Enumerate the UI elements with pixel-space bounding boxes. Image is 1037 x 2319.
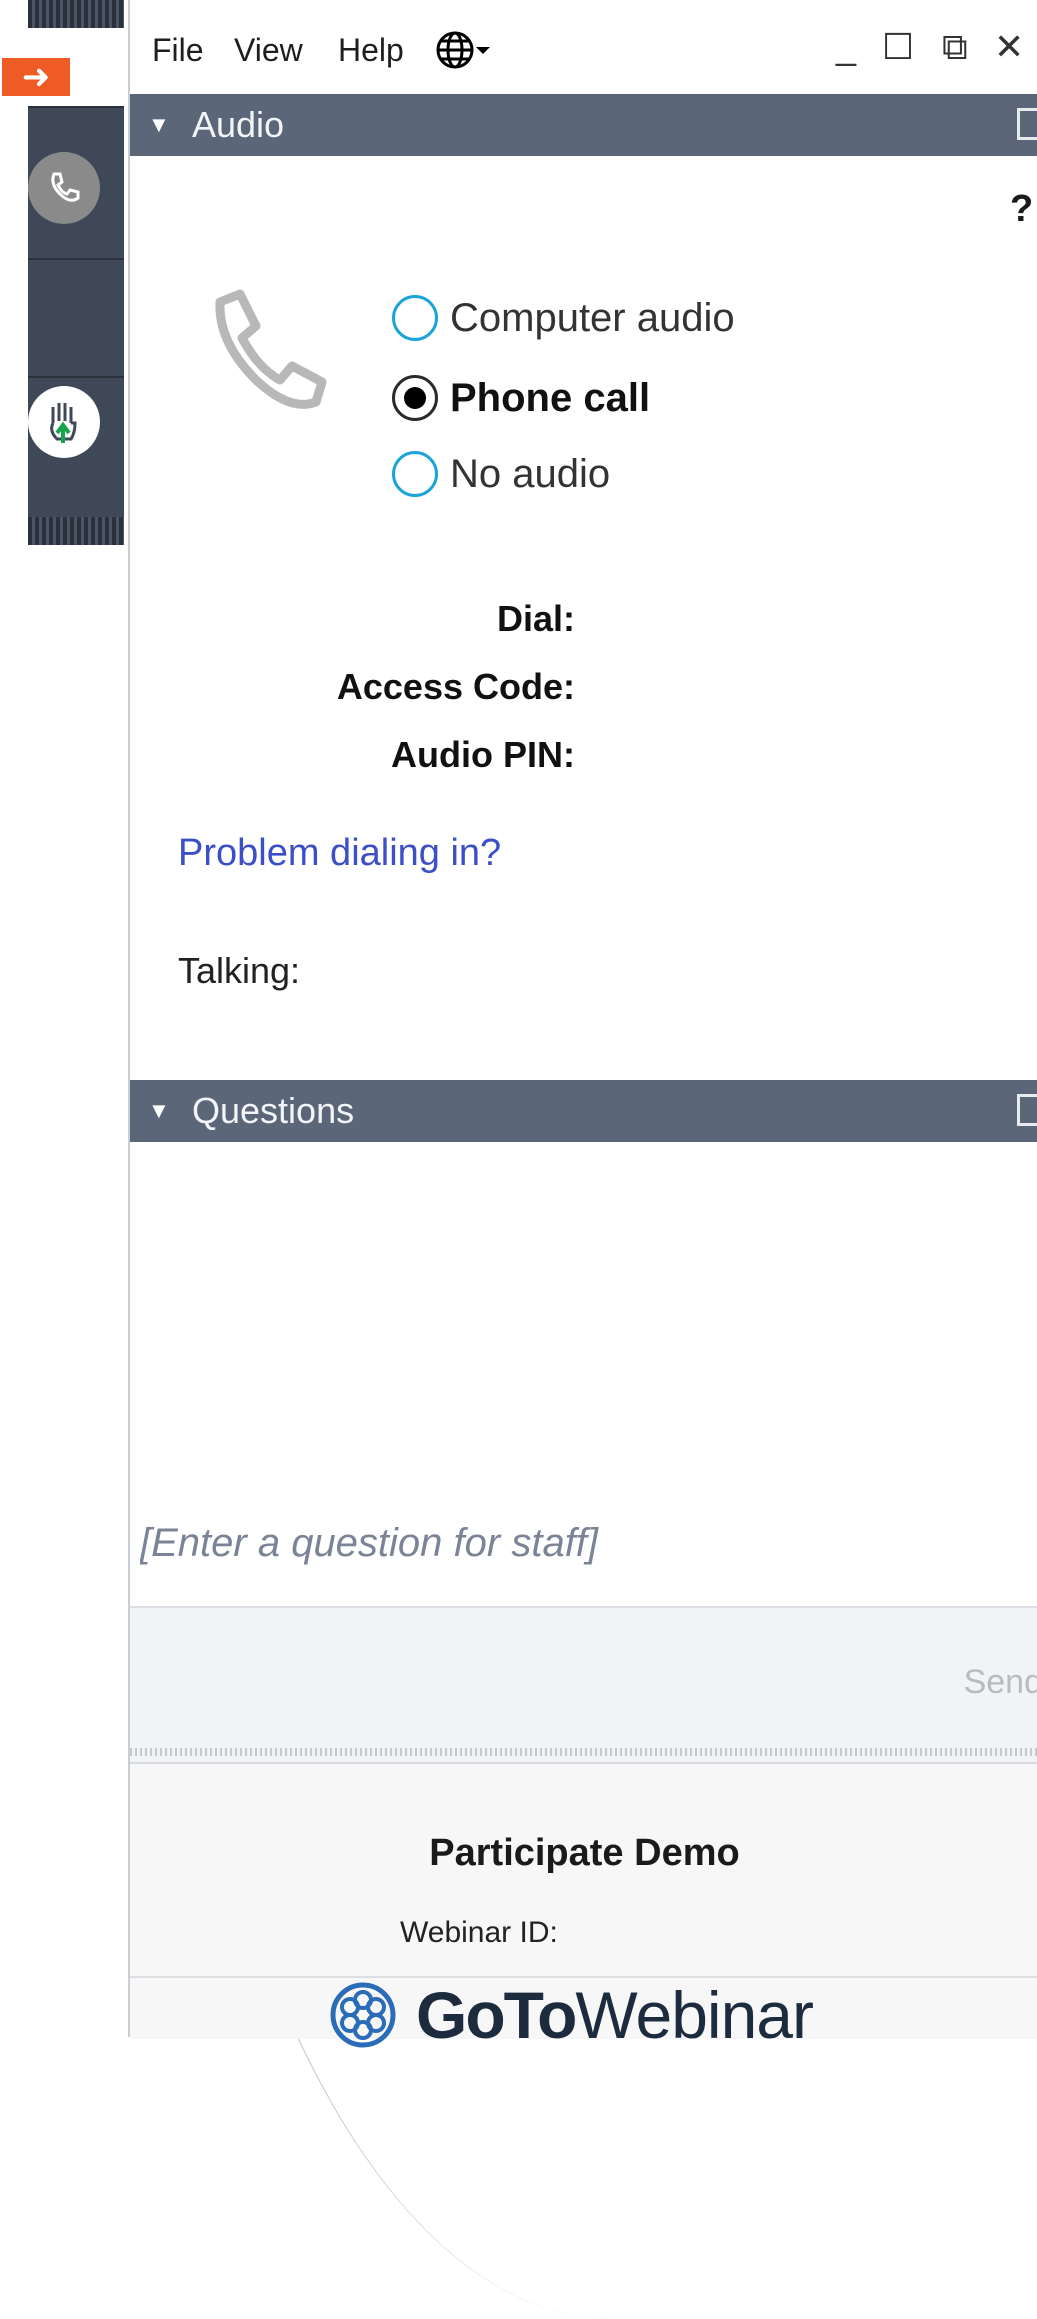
dock-divider: [28, 258, 124, 260]
question-input[interactable]: [130, 1478, 1037, 1608]
popout-panel-icon[interactable]: [1017, 1094, 1037, 1126]
help-button[interactable]: ?: [1010, 188, 1033, 231]
dock-raise-hand-button[interactable]: [28, 386, 100, 458]
dial-label: Dial:: [496, 598, 575, 639]
dock-divider: [28, 376, 124, 378]
menu-help[interactable]: Help: [338, 32, 404, 69]
raise-hand-icon: [50, 403, 77, 443]
problem-dialing-link[interactable]: Problem dialing in?: [178, 832, 501, 875]
popout-button[interactable]: ⧉: [942, 26, 968, 69]
minimize-button[interactable]: _: [836, 26, 856, 68]
audio-panel-header[interactable]: ▼ Audio: [130, 94, 1037, 156]
audio-panel-title: Audio: [192, 104, 285, 145]
menu-view[interactable]: View: [234, 32, 303, 69]
webinar-footer: Participate Demo Webinar ID: GoTo Webina…: [130, 1762, 1037, 2052]
radio-no-audio[interactable]: No audio: [392, 446, 610, 502]
webinar-id-label: Webinar ID:: [400, 1916, 558, 1949]
brand-goto: GoTo: [416, 1978, 577, 2052]
language-button[interactable]: [435, 30, 491, 70]
radio-label: Phone call: [450, 375, 651, 420]
questions-log: [130, 1142, 1037, 1478]
arrow-right-icon: ➜: [21, 58, 51, 96]
talking-label: Talking:: [178, 950, 301, 991]
radio-computer-audio[interactable]: Computer audio: [392, 290, 735, 346]
phone-handset-icon: [215, 289, 327, 409]
dock-grip-bottom[interactable]: [28, 517, 124, 545]
radio-label: Computer audio: [450, 295, 735, 340]
resize-grip[interactable]: [130, 1748, 1037, 1756]
send-button[interactable]: Send: [958, 1662, 1037, 1703]
brand-webinar: Webinar: [575, 1978, 814, 2052]
radio-button[interactable]: [392, 295, 438, 341]
menu-file[interactable]: File: [152, 32, 204, 69]
questions-panel-header[interactable]: ▼ Questions: [130, 1080, 1037, 1142]
gotowebinar-logo: GoTo Webinar: [328, 1978, 814, 2052]
collapse-panel-button[interactable]: ➜: [2, 58, 70, 96]
phone-icon: [51, 172, 80, 202]
radio-button-selected[interactable]: [392, 375, 438, 421]
caret-down-icon: ▼: [148, 1098, 170, 1123]
radio-button[interactable]: [392, 451, 438, 497]
access-code-label: Access Code:: [336, 666, 575, 707]
globe-icon: [436, 31, 474, 69]
dock-audio-button[interactable]: [28, 152, 100, 224]
popout-panel-icon[interactable]: [1017, 108, 1037, 140]
radio-label: No audio: [450, 451, 611, 496]
dock-grip-top[interactable]: [28, 0, 124, 28]
maximize-button[interactable]: ☐: [882, 26, 914, 68]
radio-phone-call[interactable]: Phone call: [392, 370, 650, 426]
snowflake-logo-icon: [330, 1982, 396, 2048]
webinar-name: Participate Demo: [429, 1832, 740, 1874]
caret-down-icon: ▼: [148, 112, 170, 137]
menu-bar: File View Help _ ☐ ⧉ ✕: [130, 10, 1037, 82]
chevron-down-icon: [476, 47, 490, 54]
close-button[interactable]: ✕: [994, 26, 1024, 68]
audio-pin-label: Audio PIN:: [391, 734, 575, 775]
dock-divider: [28, 106, 124, 108]
control-panel-window: File View Help _ ☐ ⧉ ✕ ▼ Audio ? Compute…: [128, 0, 1037, 2052]
questions-panel-title: Questions: [192, 1090, 355, 1131]
